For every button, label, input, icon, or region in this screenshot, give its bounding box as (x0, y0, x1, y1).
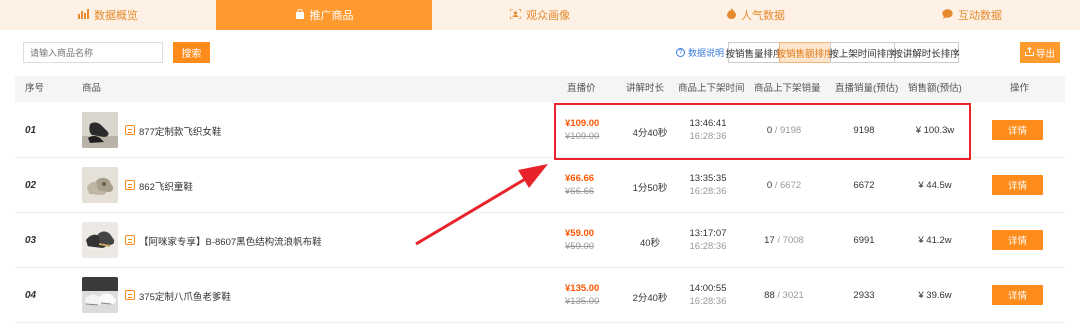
listing-sold: 17 (764, 235, 775, 246)
product-tag-icon (125, 125, 135, 135)
question-icon: ? (676, 48, 685, 57)
row-index: 03 (25, 235, 37, 246)
original-price: ¥135.00 (565, 296, 600, 307)
table-row: 02 862飞织童鞋 ¥66.66 ¥66.66 1分50秒 13:35:35 … (15, 158, 1065, 213)
revenue: ¥ 39.6w (918, 290, 952, 301)
live-sales: 6672 (853, 180, 875, 191)
revenue: ¥ 44.5w (918, 180, 952, 191)
product-tag-icon (125, 290, 135, 300)
tab-interaction-data[interactable]: 互动数据 (864, 0, 1080, 30)
on-shelf-time: 13:17:07 (689, 228, 727, 239)
original-price: ¥59.00 (565, 241, 595, 252)
toolbar: 搜索 ? 数据说明 按销售量排序 按销售额排序 按上架时间排序 按讲解时长排序 … (0, 30, 1080, 74)
data-description-link[interactable]: ? 数据说明 (676, 46, 724, 59)
product-thumbnail[interactable] (82, 277, 118, 313)
revenue: ¥ 41.2w (918, 235, 952, 246)
header-revenue: 销售额(预估) (908, 83, 962, 94)
product-thumbnail[interactable] (82, 167, 118, 203)
product-thumbnail[interactable] (82, 222, 118, 258)
portrait-icon (509, 8, 522, 22)
tab-label: 数据概览 (94, 10, 138, 22)
live-sales: 6991 (853, 235, 875, 246)
listing-sold: 88 (764, 290, 775, 301)
live-price: ¥135.00 (565, 283, 600, 294)
header-action: 操作 (1010, 83, 1030, 94)
row-index: 02 (25, 180, 37, 191)
on-shelf-time: 13:35:35 (689, 173, 727, 184)
tab-promoted-products[interactable]: 推广商品 (216, 0, 432, 30)
tab-label: 推广商品 (309, 10, 354, 22)
product-name[interactable]: 【阿咪家专享】B-8607黑色结构流浪帆布鞋 (139, 234, 322, 248)
chat-icon (942, 8, 953, 22)
search-button[interactable]: 搜索 (173, 42, 210, 63)
bar-chart-icon (78, 8, 89, 22)
header-index: 序号 (25, 83, 45, 94)
help-label: 数据说明 (688, 48, 725, 58)
detail-button[interactable]: 详情 (992, 230, 1043, 250)
product-thumbnail[interactable] (82, 112, 118, 148)
listing-total: / 6672 (774, 180, 802, 191)
sort-by-revenue-button[interactable]: 按销售额排序 (777, 42, 834, 63)
live-price: ¥59.00 (565, 228, 595, 239)
export-button[interactable]: 导出 (1020, 42, 1060, 63)
tab-label: 观众画像 (526, 10, 570, 22)
header-live-price: 直播价 (567, 83, 596, 94)
detail-button[interactable]: 详情 (992, 120, 1043, 140)
tab-label: 互动数据 (958, 10, 1002, 22)
row-index: 01 (25, 125, 37, 136)
product-name[interactable]: 862飞织童鞋 (139, 179, 193, 193)
row-index: 04 (25, 290, 37, 301)
header-product: 商品 (82, 83, 102, 94)
shopping-bag-icon (295, 8, 305, 22)
export-label: 导出 (1035, 48, 1055, 60)
product-tag-icon (125, 235, 135, 245)
live-sales: 2933 (853, 290, 875, 301)
header-explain-duration: 讲解时长 (626, 83, 665, 94)
on-shelf-time: 14:00:55 (689, 283, 727, 294)
listing-sold: 0 (766, 180, 773, 191)
original-price: ¥66.66 (565, 186, 595, 197)
live-price: ¥66.66 (565, 173, 595, 184)
listing-sales: 88 / 3021 (747, 290, 821, 301)
explain-duration: 2分40秒 (632, 293, 668, 304)
product-name[interactable]: 375定制八爪鱼老爹鞋 (139, 289, 231, 303)
table-row: 03 【阿咪家专享】B-8607黑色结构流浪帆布鞋 ¥59.00 ¥59.00 … (15, 213, 1065, 268)
table-row: 04 375定制八爪鱼老爹鞋 ¥135.00 ¥135.00 2分40秒 14:… (15, 268, 1065, 323)
off-shelf-time: 16:28:36 (689, 241, 727, 252)
listing-total: / 3021 (777, 290, 804, 301)
tab-popularity-data[interactable]: 人气数据 (648, 0, 864, 30)
product-tag-icon (125, 180, 135, 190)
search-input[interactable] (23, 42, 163, 63)
header-listing-time: 商品上下架时间 (678, 83, 745, 94)
highlight-box (554, 103, 971, 160)
explain-duration: 40秒 (639, 238, 661, 249)
explain-duration: 1分50秒 (632, 183, 668, 194)
detail-button[interactable]: 详情 (992, 175, 1043, 195)
tab-audience-portrait[interactable]: 观众画像 (432, 0, 648, 30)
sort-button-group: 按销售量排序 按销售额排序 按上架时间排序 按讲解时长排序 (726, 42, 960, 63)
listing-total: / 7008 (777, 235, 804, 246)
off-shelf-time: 16:28:36 (689, 186, 727, 197)
flame-icon (727, 8, 736, 22)
listing-sales: 17 / 7008 (747, 235, 821, 246)
tab-label: 人气数据 (741, 10, 785, 22)
tab-data-overview[interactable]: 数据概览 (0, 0, 216, 30)
sort-by-listing-time-button[interactable]: 按上架时间排序 (829, 42, 896, 63)
export-icon (1024, 46, 1034, 59)
listing-sales: 0 / 6672 (747, 180, 821, 191)
sort-by-volume-button[interactable]: 按销售量排序 (726, 42, 783, 63)
header-listing-sales: 商品上下架销量 (754, 83, 821, 94)
detail-button[interactable]: 详情 (992, 285, 1043, 305)
table-header: 序号 商品 直播价 讲解时长 商品上下架时间 商品上下架销量 直播销量(预估) … (15, 76, 1065, 102)
product-name[interactable]: 877定制款飞织女鞋 (139, 124, 221, 138)
header-live-sales: 直播销量(预估) (835, 83, 899, 94)
sort-by-explain-duration-button[interactable]: 按讲解时长排序 (893, 42, 960, 63)
top-tab-bar: 数据概览 推广商品 观众画像 人气数据 互动数据 (0, 0, 1080, 30)
off-shelf-time: 16:28:36 (689, 296, 727, 307)
